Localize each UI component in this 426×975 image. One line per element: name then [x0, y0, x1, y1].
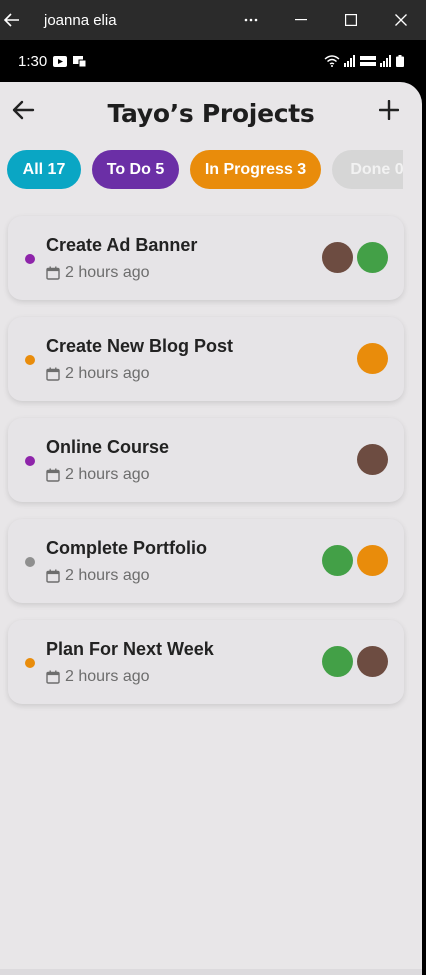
signal-icon	[344, 55, 355, 67]
plus-icon	[379, 100, 399, 120]
project-card[interactable]: Online Course 2 hours ago	[8, 418, 404, 502]
filter-chip-todo[interactable]: To Do 5	[92, 150, 179, 189]
filter-chip-in-progress[interactable]: In Progress 3	[190, 150, 321, 189]
status-dot	[25, 456, 35, 466]
project-title: Create Ad Banner	[46, 235, 198, 255]
minimize-button[interactable]	[276, 0, 326, 40]
calendar-icon	[46, 670, 60, 684]
project-time: 2 hours ago	[46, 365, 150, 383]
youtube-icon	[53, 55, 68, 67]
avatar-group	[322, 242, 388, 273]
avatar	[357, 545, 388, 576]
filter-chip-done[interactable]: Done 0	[332, 150, 403, 189]
add-project-button[interactable]	[376, 97, 402, 123]
project-title: Online Course	[46, 437, 170, 457]
close-icon	[395, 14, 407, 26]
project-title: Complete Portfolio	[46, 538, 207, 558]
back-button[interactable]	[10, 97, 36, 123]
project-time: 2 hours ago	[46, 668, 150, 686]
time-text: 2 hours ago	[65, 466, 150, 483]
avatar-group	[357, 444, 388, 475]
calendar-icon	[46, 468, 60, 482]
project-list: Create Ad Banner 2 hours ago Create New …	[8, 216, 404, 721]
avatar	[322, 646, 353, 677]
app-container: Tayo’s Projects All 17 To Do 5 In Progre…	[0, 82, 422, 975]
status-left: 1:30	[18, 53, 87, 70]
minimize-icon	[295, 19, 307, 21]
filter-chips: All 17 To Do 5 In Progress 3 Done 0	[7, 150, 403, 192]
arrow-left-icon	[4, 13, 19, 27]
app-header: Tayo’s Projects	[0, 82, 422, 144]
window-title: joanna elia	[44, 11, 117, 29]
calendar-icon	[46, 569, 60, 583]
project-card[interactable]: Plan For Next Week 2 hours ago	[8, 620, 404, 704]
status-time: 1:30	[18, 52, 48, 70]
page-title: Tayo’s Projects	[107, 98, 315, 128]
status-dot	[25, 658, 35, 668]
avatar	[322, 242, 353, 273]
avatar-group	[322, 545, 388, 576]
window-controls	[226, 0, 426, 40]
project-card[interactable]: Create Ad Banner 2 hours ago	[8, 216, 404, 300]
arrow-left-icon	[12, 100, 35, 120]
status-dot	[25, 254, 35, 264]
window-title-bar: joanna elia	[0, 0, 426, 40]
wifi-icon	[324, 55, 340, 67]
battery-icon	[396, 55, 404, 67]
phone-screen: 1:30 Tayo’s Projects All 17 To Do 5 In P…	[0, 40, 422, 975]
more-button[interactable]	[226, 0, 276, 40]
time-text: 2 hours ago	[65, 365, 150, 382]
media-icon	[73, 56, 87, 67]
maximize-icon	[345, 14, 357, 26]
avatar	[357, 242, 388, 273]
calendar-icon	[46, 367, 60, 381]
status-dot	[25, 557, 35, 567]
avatar-group	[322, 646, 388, 677]
project-time: 2 hours ago	[46, 567, 150, 585]
volte-icon	[360, 56, 376, 66]
project-time: 2 hours ago	[46, 466, 150, 484]
status-bar: 1:30	[0, 40, 422, 82]
calendar-icon	[46, 266, 60, 280]
project-title: Plan For Next Week	[46, 639, 214, 659]
avatar-group	[357, 343, 388, 374]
time-text: 2 hours ago	[65, 668, 150, 685]
avatar	[357, 646, 388, 677]
filter-chip-all[interactable]: All 17	[7, 150, 81, 189]
time-text: 2 hours ago	[65, 567, 150, 584]
project-card[interactable]: Create New Blog Post 2 hours ago	[8, 317, 404, 401]
project-title: Create New Blog Post	[46, 336, 234, 356]
project-time: 2 hours ago	[46, 264, 150, 282]
close-button[interactable]	[376, 0, 426, 40]
window-back-button[interactable]	[0, 0, 24, 40]
status-dot	[25, 355, 35, 365]
avatar	[322, 545, 353, 576]
bottom-edge	[0, 969, 422, 975]
maximize-button[interactable]	[326, 0, 376, 40]
signal-icon-2	[380, 55, 391, 67]
status-icons	[324, 55, 404, 67]
project-card[interactable]: Complete Portfolio 2 hours ago	[8, 519, 404, 603]
avatar	[357, 343, 388, 374]
time-text: 2 hours ago	[65, 264, 150, 281]
avatar	[357, 444, 388, 475]
more-icon	[244, 18, 258, 22]
